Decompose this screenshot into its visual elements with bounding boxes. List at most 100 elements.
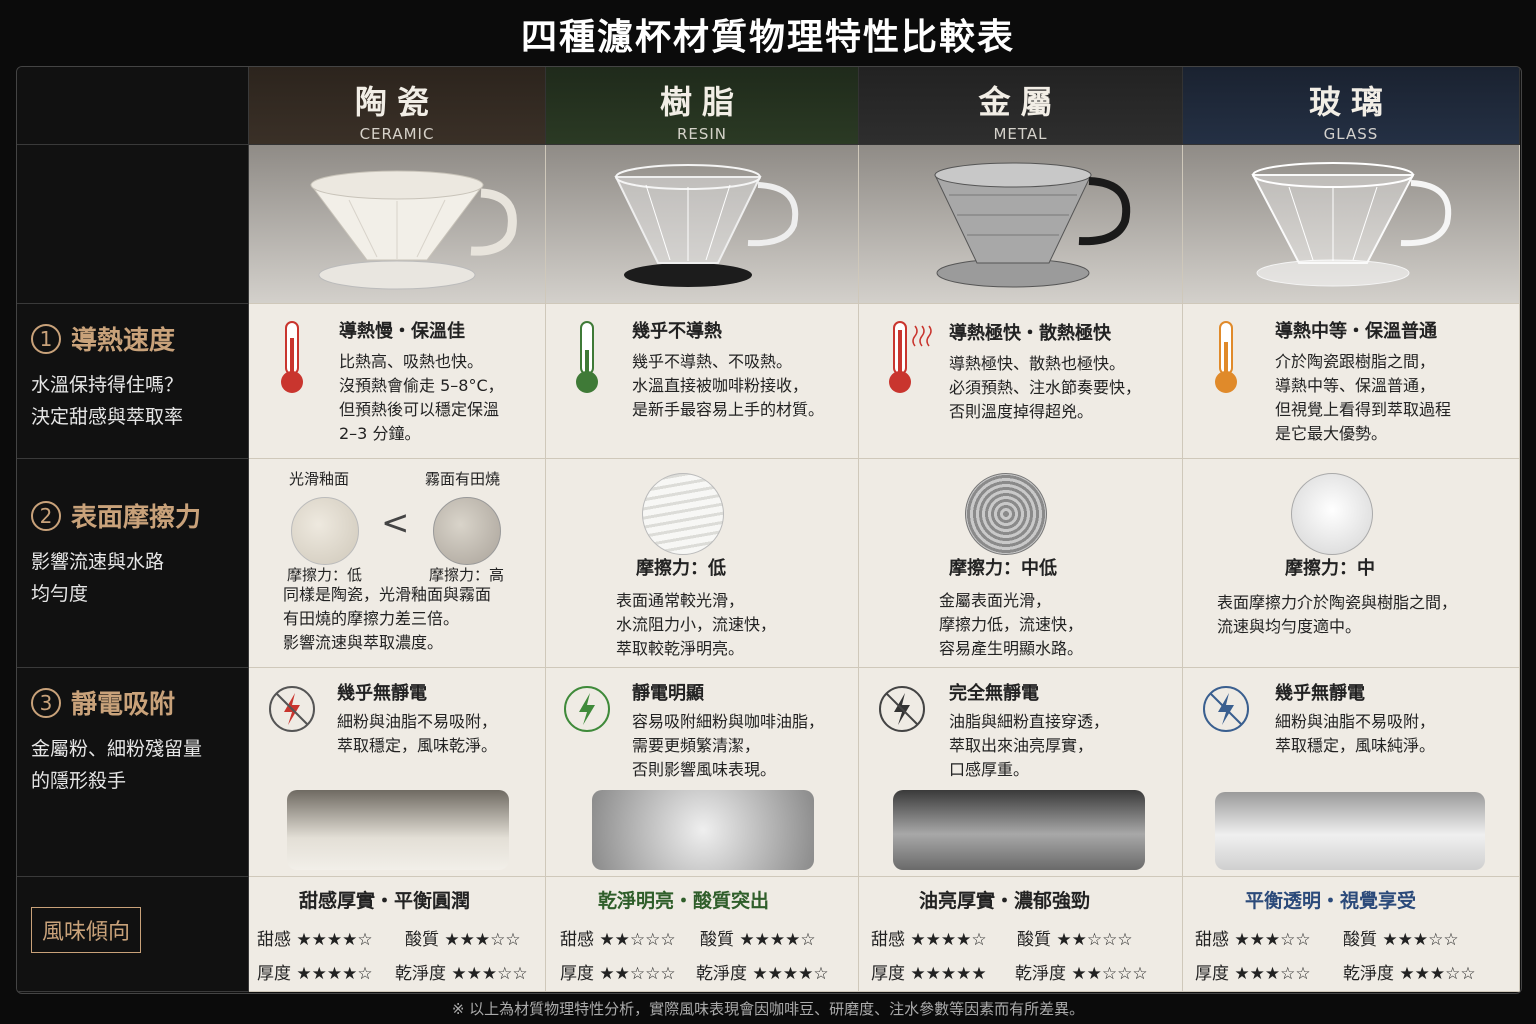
row-static-label: 3 靜電吸附 金屬粉、細粉殘留量 的隱形殺手 [17, 668, 249, 877]
dripper-photo-resin [546, 145, 859, 304]
material-zh: 金屬 [978, 83, 1063, 121]
static-line: 萃取穩定，風味乾淨。 [337, 736, 498, 755]
thermal-line: 但預熱後可以穩定保溫 [339, 400, 500, 419]
corner-cell [17, 67, 249, 145]
thermal-line: 導熱中等、保溫普通， [1275, 376, 1436, 395]
glaze-label: 光滑釉面 [289, 470, 350, 488]
header-metal: 金屬 METAL [859, 67, 1183, 145]
material-en: CERAMIC [359, 125, 435, 143]
thermal-headline: 導熱中等・保溫普通 [1275, 321, 1437, 342]
friction-line: 金屬表面光滑， [939, 591, 1052, 610]
flavor-headline: 甜感厚實・平衡圓潤 [299, 890, 471, 912]
flavor-body: 厚度 ★★★★★ [871, 964, 987, 984]
metal-dripper-image [934, 162, 1131, 288]
thermal-headline: 導熱慢・保溫佳 [339, 321, 465, 342]
friction-line: 同樣是陶瓷，光滑釉面與霧面 [283, 585, 492, 604]
thermal-resin: 幾乎不導熱 幾乎不導熱、不吸熱。 水溫直接被咖啡粉接收， 是新手最容易上手的材質… [546, 304, 859, 459]
material-en: GLASS [1323, 125, 1379, 143]
row-subtitle: 水溫保持得住嗎？ [31, 374, 184, 396]
thermal-line: 但視覺上看得到萃取過程 [1275, 400, 1452, 419]
thermal-line: 2–3 分鐘。 [339, 424, 421, 443]
flavor-cleanliness: 乾淨度 ★★★☆☆ [395, 964, 528, 984]
matte-label: 霧面有田燒 [425, 470, 501, 488]
friction-line: 表面摩擦力介於陶瓷與樹脂之間， [1217, 593, 1458, 612]
static-resin: 靜電明顯 容易吸附細粉與咖啡油脂， 需要更頻繁清潔， 否則影響風味表現。 [546, 668, 859, 877]
material-en: RESIN [676, 125, 728, 143]
thermal-headline: 導熱極快・散熱極快 [949, 323, 1111, 344]
metal-texture-swatch [965, 473, 1047, 555]
friction-line: 表面通常較光滑， [616, 591, 745, 610]
static-headline: 靜電明顯 [632, 683, 704, 704]
static-bolt-icon [564, 686, 610, 732]
flavor-acidity: 酸質 ★★★★☆ [700, 930, 816, 950]
flavor-body: 厚度 ★★☆☆☆ [560, 964, 676, 984]
thermal-line: 是新手最容易上手的材質。 [632, 400, 825, 419]
static-line: 細粉與油脂不易吸附， [1275, 712, 1436, 731]
thermal-ceramic: 導熱慢・保溫佳 比熱高、吸熱也快。 沒預熱會偷走 5–8°C， 但預熱後可以穩定… [249, 304, 546, 459]
thermal-line: 介於陶瓷跟樹脂之間， [1275, 352, 1436, 371]
thermal-line: 否則溫度掉得超兇。 [949, 402, 1094, 421]
static-line: 細粉與油脂不易吸附， [337, 712, 498, 731]
glaze-texture-swatch [291, 497, 359, 565]
row-subtitle: 金屬粉、細粉殘留量 [31, 738, 203, 760]
material-zh: 玻璃 [1308, 83, 1393, 121]
static-line: 油脂與細粉直接穿透， [949, 712, 1110, 731]
flavor-ceramic: 甜感厚實・平衡圓潤 甜感 ★★★★☆ 酸質 ★★★☆☆ 厚度 ★★★★☆ 乾淨度… [249, 877, 546, 992]
thermal-line: 是它最大優勢。 [1275, 424, 1388, 443]
row-number: 3 [31, 687, 61, 718]
flavor-acidity: 酸質 ★★★☆☆ [1343, 930, 1459, 950]
glass-dripper-image [1251, 162, 1452, 287]
flavor-tag: 風味傾向 [31, 907, 142, 953]
static-glass: 幾乎無靜電 細粉與油脂不易吸附， 萃取穩定，風味純淨。 [1183, 668, 1520, 877]
no-static-icon [879, 686, 925, 732]
flavor-sweetness: 甜感 ★★☆☆☆ [560, 930, 676, 950]
row-number: 1 [31, 323, 61, 354]
flavor-body: 厚度 ★★★☆☆ [1195, 964, 1311, 984]
less-than-symbol: < [381, 503, 410, 543]
material-zh: 樹脂 [659, 83, 744, 121]
photo-row-label [17, 145, 249, 304]
static-ceramic: 幾乎無靜電 細粉與油脂不易吸附， 萃取穩定，風味乾淨。 [249, 668, 546, 877]
thermometer-icon [281, 321, 303, 393]
friction-ceramic: 光滑釉面 霧面有田燒 < 摩擦力：低 摩擦力：高 同樣是陶瓷，光滑釉面與霧面 有… [249, 459, 546, 668]
static-line: 容易吸附細粉與咖啡油脂， [632, 712, 825, 731]
thermal-line: 幾乎不導熱、不吸熱。 [632, 352, 793, 371]
static-line: 萃取出來油亮厚實， [949, 736, 1094, 755]
flavor-sweetness: 甜感 ★★★★☆ [871, 930, 987, 950]
row-subtitle: 的隱形殺手 [31, 770, 127, 792]
static-headline: 幾乎無靜電 [337, 683, 427, 704]
flavor-cleanliness: 乾淨度 ★★☆☆☆ [1015, 964, 1148, 984]
matte-texture-swatch [433, 497, 501, 565]
ceramic-dripper-image [310, 170, 517, 290]
flavor-acidity: 酸質 ★★★☆☆ [405, 930, 521, 950]
resin-texture-swatch [642, 473, 724, 555]
no-static-icon [1203, 686, 1249, 732]
thermal-line: 沒預熱會偷走 5–8°C， [339, 376, 504, 395]
static-metal: 完全無靜電 油脂與細粉直接穿透， 萃取出來油亮厚實， 口感厚重。 [859, 668, 1183, 877]
resin-grounds-image [592, 790, 814, 870]
row-thermal-label: 1 導熱速度 水溫保持得住嗎？ 決定甜感與萃取率 [17, 304, 249, 459]
material-en: METAL [993, 125, 1048, 143]
flavor-headline: 乾淨明亮・酸質突出 [598, 890, 770, 912]
header-resin: 樹脂 RESIN [546, 67, 859, 145]
thermometer-icon [576, 321, 598, 393]
static-headline: 完全無靜電 [949, 683, 1039, 704]
flavor-metal: 油亮厚實・濃郁強勁 甜感 ★★★★☆ 酸質 ★★☆☆☆ 厚度 ★★★★★ 乾淨度… [859, 877, 1183, 992]
resin-dripper-image [614, 164, 799, 287]
comparison-table: 陶瓷 CERAMIC 樹脂 RESIN 金屬 METAL 玻璃 GLASS 1 … [16, 66, 1522, 994]
static-headline: 幾乎無靜電 [1275, 683, 1365, 704]
thermal-glass: 導熱中等・保溫普通 介於陶瓷跟樹脂之間， 導熱中等、保溫普通， 但視覺上看得到萃… [1183, 304, 1520, 459]
dripper-photo-metal [859, 145, 1183, 304]
friction-line: 影響流速與萃取濃度。 [283, 633, 444, 652]
friction-value: 摩擦力：低 [636, 558, 726, 579]
thermometer-heat-icon [889, 321, 932, 393]
material-zh: 陶瓷 [354, 83, 439, 121]
friction-metal: 摩擦力：中低 金屬表面光滑， 摩擦力低，流速快， 容易產生明顯水路。 [859, 459, 1183, 668]
footnote: ※ 以上為材質物理特性分析，實際風味表現會因咖啡豆、研磨度、注水參數等因素而有所… [451, 1000, 1085, 1018]
friction-line: 容易產生明顯水路。 [939, 639, 1084, 658]
row-title: 表面摩擦力 [71, 503, 202, 533]
row-number: 2 [31, 500, 61, 531]
ceramic-grounds-image [287, 790, 509, 870]
static-line: 否則影響風味表現。 [632, 760, 777, 779]
friction-line: 有田燒的摩擦力差三倍。 [283, 609, 460, 628]
